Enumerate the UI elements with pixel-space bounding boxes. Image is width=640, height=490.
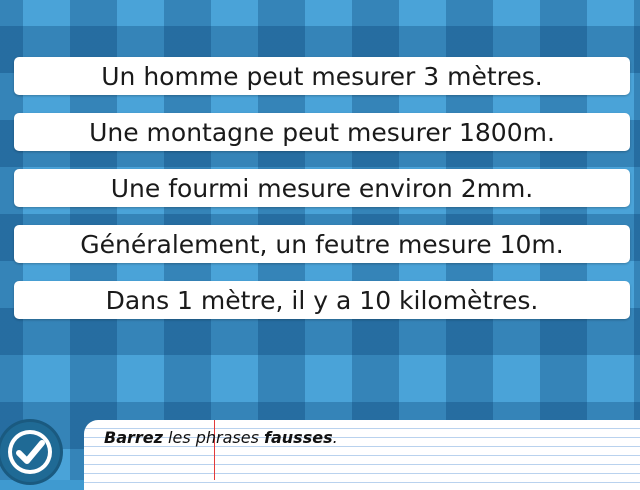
instruction-text: Barrez les phrases fausses. bbox=[104, 428, 338, 447]
sentence-item[interactable]: Un homme peut mesurer 3 mètres. bbox=[14, 57, 630, 95]
sentence-item[interactable]: Une montagne peut mesurer 1800m. bbox=[14, 113, 630, 151]
sentence-item[interactable]: Généralement, un feutre mesure 10m. bbox=[14, 225, 630, 263]
sentence-item[interactable]: Dans 1 mètre, il y a 10 kilomètres. bbox=[14, 281, 630, 319]
instruction-end: . bbox=[332, 428, 338, 447]
instruction-verb: Barrez bbox=[104, 428, 163, 447]
instruction-keyword: fausses bbox=[264, 428, 333, 447]
sentence-item[interactable]: Une fourmi mesure environ 2mm. bbox=[14, 169, 630, 207]
instruction-middle: les phrases bbox=[162, 428, 265, 447]
validate-button[interactable] bbox=[0, 422, 60, 482]
check-circle-icon bbox=[8, 430, 52, 474]
